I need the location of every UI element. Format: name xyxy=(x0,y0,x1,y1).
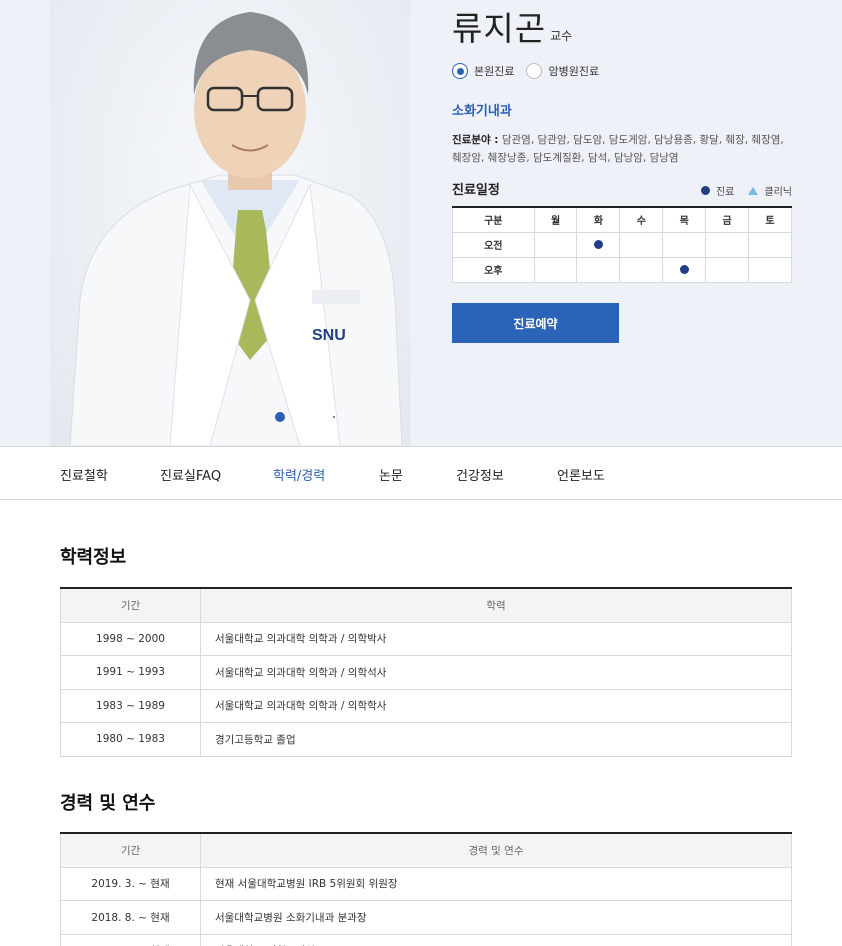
career-header-row: 기간 경력 및 연수 xyxy=(60,832,792,868)
description-cell: 경기고등학교 졸업 xyxy=(200,722,792,757)
table-row: 1980 ~ 1983 경기고등학교 졸업 xyxy=(60,722,792,757)
table-row: 1983 ~ 1989 서울대학교 의과대학 의학과 / 의학학사 xyxy=(60,688,792,723)
education-title: 학력정보 xyxy=(60,547,127,568)
description-cell: 서울대학교 의과대학 의학과 / 의학학사 xyxy=(200,688,792,723)
schedule-header-row: 구분 월 화 수 목 금 토 xyxy=(452,206,792,233)
table-row: 1998 ~ 2000 서울대학교 의과대학 의학과 / 의학박사 xyxy=(60,621,792,656)
clinic-dot-icon xyxy=(593,239,603,249)
schedule-cell xyxy=(576,256,621,283)
schedule-cell xyxy=(619,256,664,283)
legend-special: 클리닉 xyxy=(764,187,792,198)
table-row: 2018. 3. ~ 현재 서울대학교 기획조정실 xyxy=(60,933,792,946)
radio-unselected-icon[interactable] xyxy=(526,63,543,79)
tab-papers[interactable]: 논문 xyxy=(379,465,403,484)
special-triangle-icon xyxy=(748,186,759,195)
period-cell: 2019. 3. ~ 현재 xyxy=(60,866,201,901)
schedule-title: 진료일정 xyxy=(452,183,500,198)
schedule-row-morning: 오전 xyxy=(452,231,792,258)
description-cell: 서울대학교 기획조정실 xyxy=(200,933,792,946)
tab-faq[interactable]: 진료실FAQ xyxy=(160,465,221,484)
schedule-header-cell: 수 xyxy=(619,206,664,233)
clinic-dot-icon xyxy=(700,186,710,195)
radio-cancer-hospital[interactable]: 암병원진료 xyxy=(526,63,599,79)
radio-label: 암병원진료 xyxy=(548,65,600,78)
schedule-legend: 진료 클리닉 xyxy=(700,183,792,198)
schedule-cell xyxy=(662,231,707,258)
legend-clinic: 진료 xyxy=(715,187,735,198)
slide-indicator-active[interactable] xyxy=(275,412,285,422)
period-cell: 1991 ~ 1993 xyxy=(60,655,201,690)
table-row: 2018. 8. ~ 현재 서울대학교병원 소화기내과 분과장 xyxy=(60,900,792,935)
doctor-hero: SNU 류지곤 교수 본원진료 암병원진료 소화기내과 진료분야 : 담관염, 담… xyxy=(0,0,842,446)
tab-philosophy[interactable]: 진료철학 xyxy=(60,465,108,484)
career-title: 경력 및 연수 xyxy=(60,793,156,814)
table-row: 2019. 3. ~ 현재 현재 서울대학교병원 IRB 5위원회 위원장 xyxy=(60,866,792,901)
schedule-cell xyxy=(748,231,792,258)
schedule-cell xyxy=(705,256,750,283)
career-table: 기간 경력 및 연수 2019. 3. ~ 현재 현재 서울대학교병원 IRB … xyxy=(60,832,792,946)
column-header-period: 기간 xyxy=(60,832,201,868)
schedule-header-cell: 월 xyxy=(533,206,578,233)
schedule-cell xyxy=(619,231,664,258)
tab-health-info[interactable]: 건강정보 xyxy=(456,465,504,484)
column-header-period: 기간 xyxy=(60,587,201,623)
profile-tabs: 진료철학 진료실FAQ 학력/경력 논문 건강정보 언론보도 xyxy=(0,446,842,500)
clinic-dot-icon xyxy=(679,264,689,274)
schedule-cell xyxy=(576,231,621,258)
description-cell: 서울대학교 의과대학 의학과 / 의학석사 xyxy=(200,655,792,690)
period-cell: 1983 ~ 1989 xyxy=(60,688,201,723)
radio-selected-icon[interactable] xyxy=(452,63,468,79)
doctor-name: 류지곤 xyxy=(452,9,547,48)
tab-press[interactable]: 언론보도 xyxy=(557,465,605,484)
radio-main-hospital[interactable]: 본원진료 xyxy=(452,63,514,79)
period-cell: 1980 ~ 1983 xyxy=(60,722,201,757)
schedule-cell xyxy=(662,256,707,283)
schedule-row-afternoon: 오후 xyxy=(452,256,792,283)
specialty-text: 담관염, 담관암, 담도암, 담도게암, 담낭용종, 황달, 췌장, 췌장염, … xyxy=(452,134,784,164)
schedule-header-cell: 목 xyxy=(662,206,707,233)
description-cell: 서울대학교 의과대학 의학과 / 의학박사 xyxy=(200,621,792,656)
period-cell: 1998 ~ 2000 xyxy=(60,621,201,656)
slide-indicator[interactable] xyxy=(333,416,335,418)
doctor-name-row: 류지곤 교수 xyxy=(452,2,572,50)
period-cell: 2018. 8. ~ 현재 xyxy=(60,900,201,935)
schedule-header-cell: 토 xyxy=(748,206,792,233)
department: 소화기내과 xyxy=(452,104,512,119)
schedule-header-cell: 화 xyxy=(576,206,621,233)
period-cell: 2018. 3. ~ 현재 xyxy=(60,933,201,946)
schedule-row-label: 오전 xyxy=(452,231,535,258)
tab-education-career[interactable]: 학력/경력 xyxy=(273,465,325,484)
specialty: 진료분야 : 담관염, 담관암, 담도암, 담도게암, 담낭용종, 황달, 췌장… xyxy=(452,131,792,167)
hospital-selector: 본원진료 암병원진료 xyxy=(452,63,611,79)
schedule-cell xyxy=(533,256,578,283)
specialty-label: 진료분야 : xyxy=(452,134,499,146)
svg-text:SNU: SNU xyxy=(312,327,346,344)
radio-label: 본원진료 xyxy=(474,65,515,78)
schedule-cell xyxy=(705,231,750,258)
doctor-photo: SNU xyxy=(50,0,410,446)
schedule-header-cell: 구분 xyxy=(452,206,535,233)
schedule-row-label: 오후 xyxy=(452,256,535,283)
column-header-education: 학력 xyxy=(200,587,792,623)
schedule-cell xyxy=(533,231,578,258)
education-table: 기간 학력 1998 ~ 2000 서울대학교 의과대학 의학과 / 의학박사 … xyxy=(60,587,792,757)
table-row: 1991 ~ 1993 서울대학교 의과대학 의학과 / 의학석사 xyxy=(60,655,792,690)
education-header-row: 기간 학력 xyxy=(60,587,792,623)
schedule-header-cell: 금 xyxy=(705,206,750,233)
booking-button[interactable]: 진료예약 xyxy=(452,303,619,343)
schedule-table: 구분 월 화 수 목 금 토 오전 오후 xyxy=(452,206,792,283)
description-cell: 현재 서울대학교병원 IRB 5위원회 위원장 xyxy=(200,866,792,901)
column-header-career: 경력 및 연수 xyxy=(200,832,792,868)
description-cell: 서울대학교병원 소화기내과 분과장 xyxy=(200,900,792,935)
doctor-title: 교수 xyxy=(550,29,573,43)
schedule-cell xyxy=(748,256,792,283)
